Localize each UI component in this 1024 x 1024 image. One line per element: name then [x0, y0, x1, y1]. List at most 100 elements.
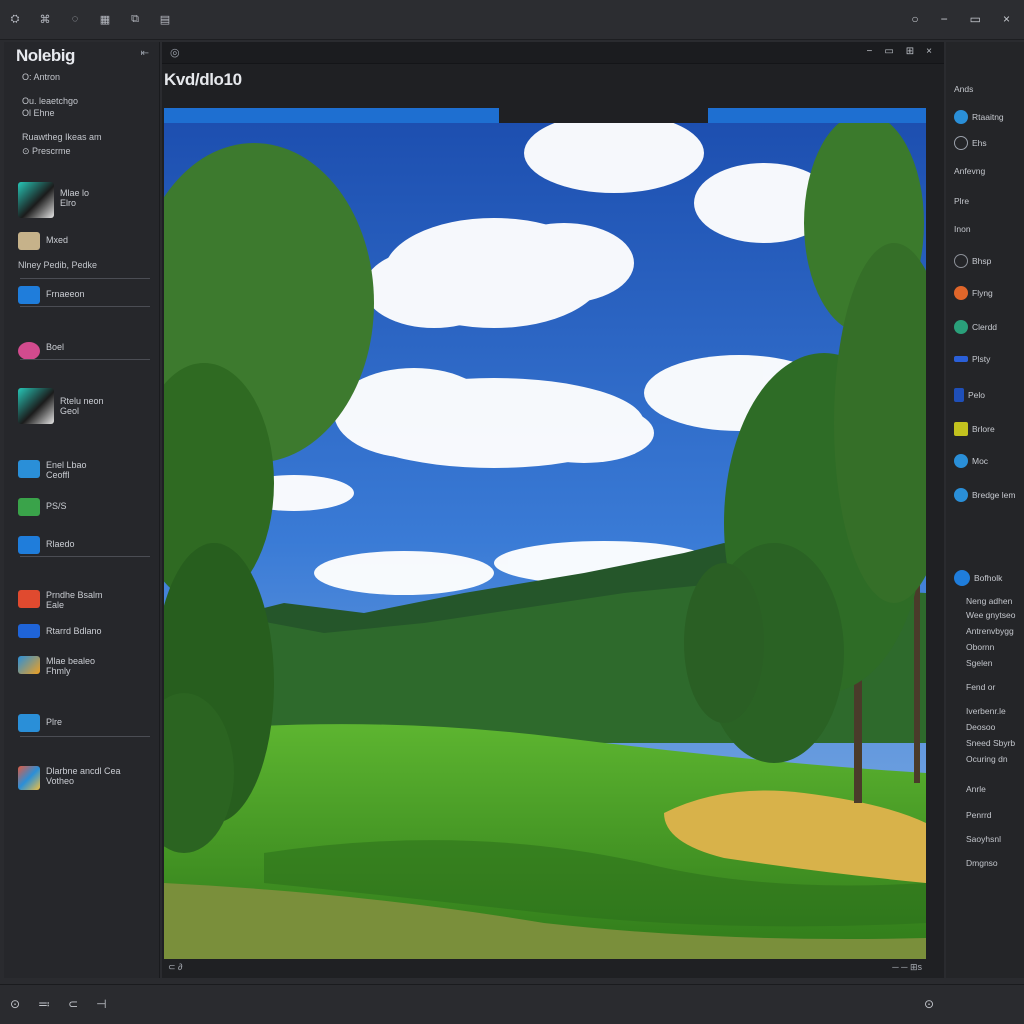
sidebar-item[interactable]: Boel: [18, 342, 150, 360]
graphics-icon: [18, 656, 40, 674]
panel-note: Dmgnso: [966, 858, 998, 868]
sidebar-item[interactable]: Mxed: [18, 232, 150, 250]
sidebar-item-label: Rtelu neon Geol: [60, 396, 104, 416]
view-icon[interactable]: ◎: [170, 46, 180, 59]
panel-item[interactable]: Bhsp: [954, 254, 991, 268]
sidebar-item[interactable]: Enel Lbao Ceoffl: [18, 460, 150, 480]
divider: [20, 306, 150, 307]
close-button[interactable]: ×: [1003, 12, 1010, 26]
fire-icon: [954, 286, 968, 300]
panel-item[interactable]: Bredge lem: [954, 488, 1015, 502]
sidebar-item-label: Plre: [46, 717, 63, 727]
sidebar: Nolebig ⇤ O: Antron Ou. leaetchgo Ol Ehn…: [4, 42, 160, 978]
panel-item-label: Bofholk: [974, 573, 1003, 583]
collapse-icon[interactable]: ⇤: [141, 48, 149, 59]
panel-item-label: Bredge lem: [972, 490, 1016, 500]
status-left: ⊂ ∂: [168, 962, 183, 972]
panel-note: Fend or: [966, 682, 996, 692]
bottom-bar: ⊙ ≕ ⊂ ⊣ ⊙: [0, 984, 1024, 1024]
panel-item-label: Brlore: [972, 424, 995, 434]
panel-item[interactable]: Bofholk: [954, 570, 1002, 586]
globe-icon: [954, 110, 968, 124]
panel-item[interactable]: Rtaaitng: [954, 110, 1004, 124]
restore-button[interactable]: ▭: [884, 46, 893, 57]
bar-icon: [954, 356, 968, 362]
sidebar-item-label: PS/S: [46, 501, 67, 511]
sidebar-item-label: Enel Lbao Ceoffl: [46, 460, 87, 480]
minimize-button[interactable]: −: [866, 46, 872, 57]
landscape-image[interactable]: [164, 123, 926, 959]
sidebar-item[interactable]: Dlarbne ancdl Cea Votheo: [18, 766, 150, 790]
close-button[interactable]: ×: [926, 46, 932, 57]
title-bar: ⛭ ⌘ ◌ ▦ ⧉ ▤ ○ − ▭ ×: [0, 0, 1024, 40]
brush-icon[interactable]: ◌: [68, 13, 82, 26]
divider: [20, 278, 150, 279]
panel-note: Antrenvbygg: [966, 626, 1014, 636]
tile-button[interactable]: ⊞: [906, 46, 914, 57]
panel-item-label: Ehs: [972, 138, 987, 148]
panel-note: Obornn: [966, 642, 995, 652]
layers-icon[interactable]: ⌘: [38, 13, 52, 26]
panel-note: Saoyhsnl: [966, 834, 1001, 844]
document-title: Kvd/dlo10: [164, 70, 242, 89]
panel-item-label: Plsty: [972, 354, 991, 364]
divider: [20, 556, 150, 557]
panel-item[interactable]: Clerdd: [954, 320, 997, 334]
maximize-button[interactable]: ▭: [970, 12, 981, 26]
split-icon[interactable]: ⊣: [96, 997, 106, 1011]
panel-note: Anrle: [966, 784, 986, 794]
note-icon: [954, 422, 968, 436]
sidebar-item[interactable]: Mlae bealeo Fhmly: [18, 656, 150, 676]
sidebar-item[interactable]: Rtarrd Bdlano: [18, 624, 150, 638]
panel-note: Ocuring dn: [966, 754, 1008, 764]
sidebar-item-label: Prndhe Bsalm Eale: [46, 590, 103, 610]
sidebar-item-label: Rlaedo: [46, 539, 75, 549]
page-icon: [954, 388, 964, 402]
status-right: ─ ─ ⊞s: [892, 962, 922, 972]
properties-panel: Ands Rtaaitng Ehs Anfevng Plre Inon Bhsp…: [946, 42, 1024, 978]
panel-item[interactable]: Brlore: [954, 422, 995, 436]
panel-label: Plre: [954, 196, 970, 206]
panel-note: Penrrd: [966, 810, 992, 820]
circle-icon[interactable]: ○: [911, 12, 918, 26]
globe-icon: [954, 454, 968, 468]
sidebar-item[interactable]: Rlaedo: [18, 536, 150, 554]
power-icon[interactable]: ⊙: [924, 997, 934, 1011]
grid-icon[interactable]: ▦: [98, 13, 112, 26]
sidebar-item[interactable]: Frnaeeon: [18, 286, 150, 304]
back-icon[interactable]: ⊂: [68, 997, 78, 1011]
sidebar-line: ⊙ Prescrme: [22, 146, 71, 156]
minimize-button[interactable]: −: [941, 12, 948, 26]
sidebar-item[interactable]: PS/S: [18, 498, 150, 516]
app-title: Nolebig: [16, 46, 75, 65]
sidebar-item[interactable]: Prndhe Bsalm Eale: [18, 590, 150, 610]
window-controls: ○ − ▭ ×: [911, 12, 1010, 26]
sidebar-item-label: Mxed: [46, 235, 69, 245]
panel-item[interactable]: Flyng: [954, 286, 993, 300]
home-icon[interactable]: ⊙: [10, 997, 20, 1011]
folder-icon: [18, 232, 40, 250]
leaf-icon: [954, 320, 968, 334]
sidebar-item[interactable]: Mlae lo Elro: [18, 182, 150, 218]
progress-bar-left: [164, 108, 499, 123]
sidebar-item[interactable]: Plre: [18, 714, 150, 732]
main-canvas-area: ◎ − ▭ ⊞ × Kvd/dlo10 ⊂ ∂ ─ ─ ⊞s: [162, 42, 944, 978]
image-icon: [18, 766, 40, 790]
divider: [20, 359, 150, 360]
crop-icon[interactable]: ⧉: [128, 13, 142, 26]
tool-icon[interactable]: ⛭: [8, 13, 22, 26]
panel-item[interactable]: Plsty: [954, 354, 990, 364]
panel-item[interactable]: Ehs: [954, 136, 987, 150]
menu-icon[interactable]: ≕: [38, 997, 50, 1011]
sidebar-line: Nlney Pedib, Pedke: [18, 260, 98, 270]
sidebar-item[interactable]: Rtelu neon Geol: [18, 388, 150, 424]
panel-label: Inon: [954, 224, 971, 234]
app-logo-icon: [18, 182, 54, 218]
panel-item-label: Bhsp: [972, 256, 992, 266]
sidebar-line: Ou. leaetchgo: [22, 96, 79, 106]
panel-item-label: Pelo: [968, 390, 986, 400]
panel-item[interactable]: Moc: [954, 454, 988, 468]
panel-item[interactable]: Pelo: [954, 388, 985, 402]
filter-icon[interactable]: ▤: [158, 13, 172, 26]
monitor-icon: [18, 536, 40, 554]
